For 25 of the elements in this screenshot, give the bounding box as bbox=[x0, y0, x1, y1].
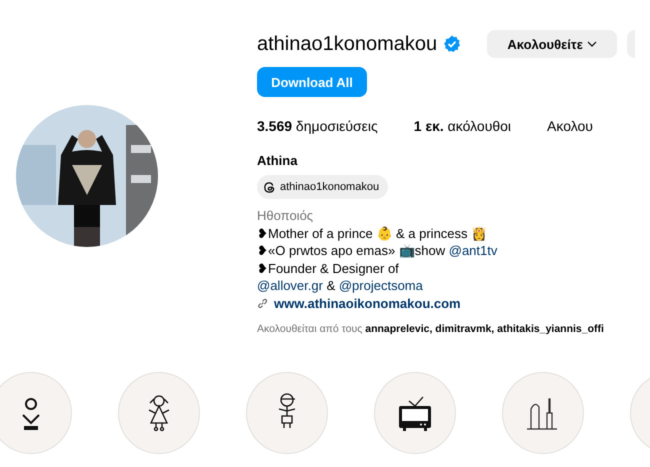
bio-line: ❥Mother of a prince 👶 & a princess 👸 bbox=[257, 224, 488, 242]
boy-drawing bbox=[278, 393, 296, 429]
bio-line: @allover.gr & @projectsoma bbox=[257, 277, 424, 294]
logo-drawing bbox=[22, 398, 40, 430]
mention-link[interactable]: @ant1tv bbox=[448, 243, 498, 258]
skyline-drawing bbox=[526, 398, 558, 430]
display-name: Athina bbox=[257, 153, 298, 168]
threads-icon bbox=[263, 180, 276, 194]
mention-link[interactable]: @projectsoma bbox=[338, 278, 423, 293]
girl-drawing bbox=[148, 395, 170, 432]
category-label: Ηθοποιός bbox=[257, 207, 314, 224]
link-icon bbox=[257, 298, 268, 309]
mention-link[interactable]: @allover.gr bbox=[257, 278, 323, 293]
website-link[interactable]: www.athinaoikonomakou.com bbox=[274, 294, 461, 312]
profile-stat[interactable]: 1 εκ. ακόλουθοι bbox=[414, 118, 512, 134]
followed-by-text: Ακολουθείται από τους annaprelevic, dimitravmk, athitakis_yiannis_offi bbox=[257, 323, 605, 335]
threads-badge[interactable]: athinao1konomakou bbox=[257, 175, 388, 199]
tv-drawing bbox=[399, 396, 431, 431]
profile-stat[interactable]: 3.569 δημοσιεύσεις bbox=[257, 118, 378, 134]
chevron-down-icon bbox=[586, 41, 597, 47]
username: athinao1konomakou bbox=[257, 32, 438, 56]
following-button[interactable]: Ακολουθείτε bbox=[487, 30, 618, 58]
profile-stat[interactable]: Ακολου bbox=[547, 118, 593, 134]
bio-line: ❥«O prwtos apo emas» 📺show @ant1tv bbox=[257, 242, 498, 260]
bio-line: ❥Founder & Designer of bbox=[257, 260, 400, 277]
